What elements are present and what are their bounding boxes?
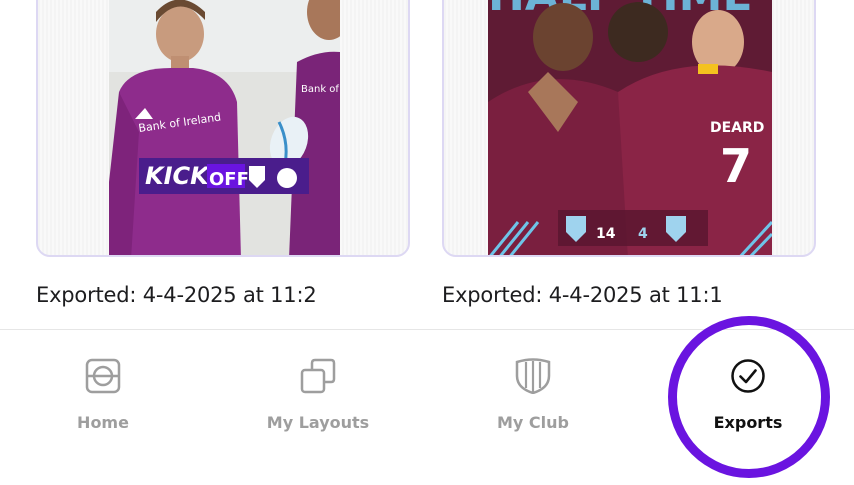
svg-text:OFF: OFF	[209, 169, 249, 190]
home-icon	[85, 358, 121, 394]
svg-text:DEARD: DEARD	[710, 120, 764, 136]
export-thumbnail-1: Bank of Ireland Bank of Ireland KICK OFF	[109, 0, 340, 255]
nav-exports[interactable]: Exports	[673, 358, 823, 432]
svg-text:14: 14	[596, 226, 616, 242]
club-shield-icon	[515, 358, 551, 394]
nav-exports-label: Exports	[713, 413, 783, 432]
export-thumbnail-2: HALF TIME DEARD 7 14 4	[488, 0, 772, 255]
export-label-1: Exported: 4-4-2025 at 11:2	[36, 283, 317, 307]
nav-club-label: My Club	[497, 413, 569, 432]
nav-my-layouts[interactable]: My Layouts	[243, 358, 393, 432]
export-card-2[interactable]: HALF TIME DEARD 7 14 4	[442, 0, 816, 257]
svg-text:Bank of Ireland: Bank of Ireland	[301, 84, 340, 95]
check-circle-icon	[731, 359, 765, 393]
layouts-icon	[300, 358, 336, 394]
svg-text:4: 4	[638, 226, 648, 242]
export-label-2: Exported: 4-4-2025 at 11:1	[442, 283, 723, 307]
nav-divider	[0, 329, 854, 330]
svg-text:7: 7	[720, 139, 752, 193]
nav-my-club[interactable]: My Club	[458, 358, 608, 432]
svg-text:KICK: KICK	[145, 162, 211, 190]
export-card-1[interactable]: Bank of Ireland Bank of Ireland KICK OFF	[36, 0, 410, 257]
nav-home[interactable]: Home	[28, 358, 178, 432]
nav-home-label: Home	[77, 413, 129, 432]
nav-layouts-label: My Layouts	[266, 413, 370, 432]
